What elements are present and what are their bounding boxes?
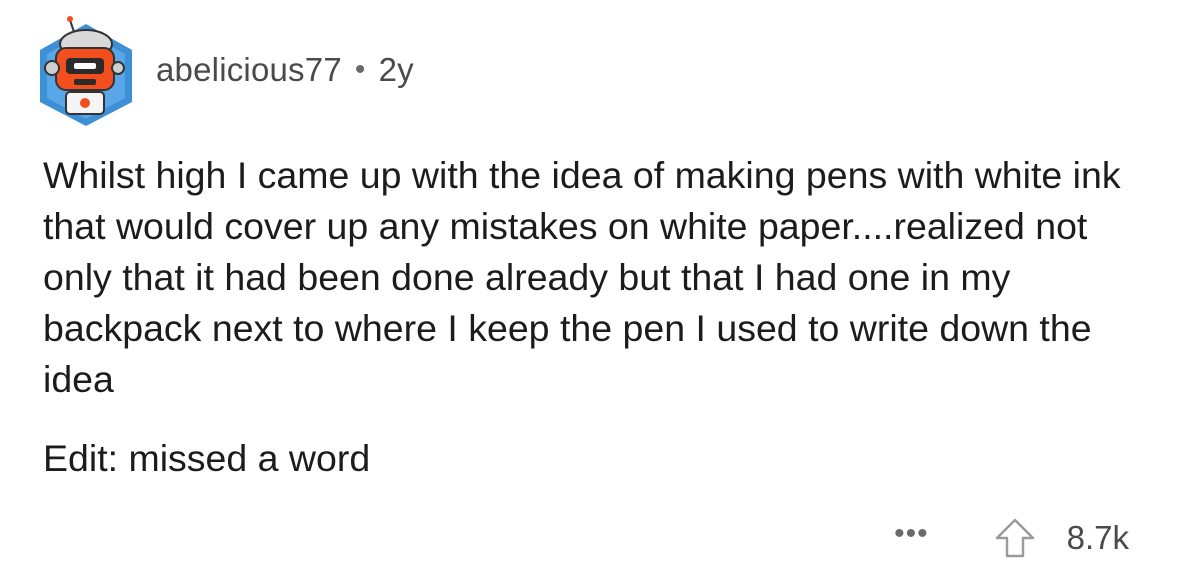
- comment-paragraph: Edit: missed a word: [43, 437, 371, 479]
- comment-actions: ••• 8.7k: [894, 508, 1129, 568]
- comment-paragraph: Whilst high I came up with the idea of m…: [43, 154, 1121, 400]
- vote-score: 8.7k: [1066, 519, 1129, 556]
- comment-body: Whilst high I came up with the idea of m…: [43, 150, 1153, 484]
- upvote-arrow-icon: [995, 518, 1034, 558]
- more-options-button[interactable]: •••: [894, 519, 929, 549]
- robot-avatar-icon: [40, 16, 132, 126]
- comment-age: 2y: [378, 51, 414, 88]
- comment: abelicious77 • 2y Whilst high I came up …: [0, 0, 1179, 571]
- author-name[interactable]: abelicious77: [156, 51, 342, 89]
- avatar[interactable]: [30, 12, 142, 128]
- comment-header: abelicious77 • 2y: [30, 10, 414, 130]
- comment-meta: abelicious77 • 2y: [156, 51, 414, 89]
- upvote-button[interactable]: [993, 516, 1037, 560]
- meta-separator: •: [354, 53, 366, 86]
